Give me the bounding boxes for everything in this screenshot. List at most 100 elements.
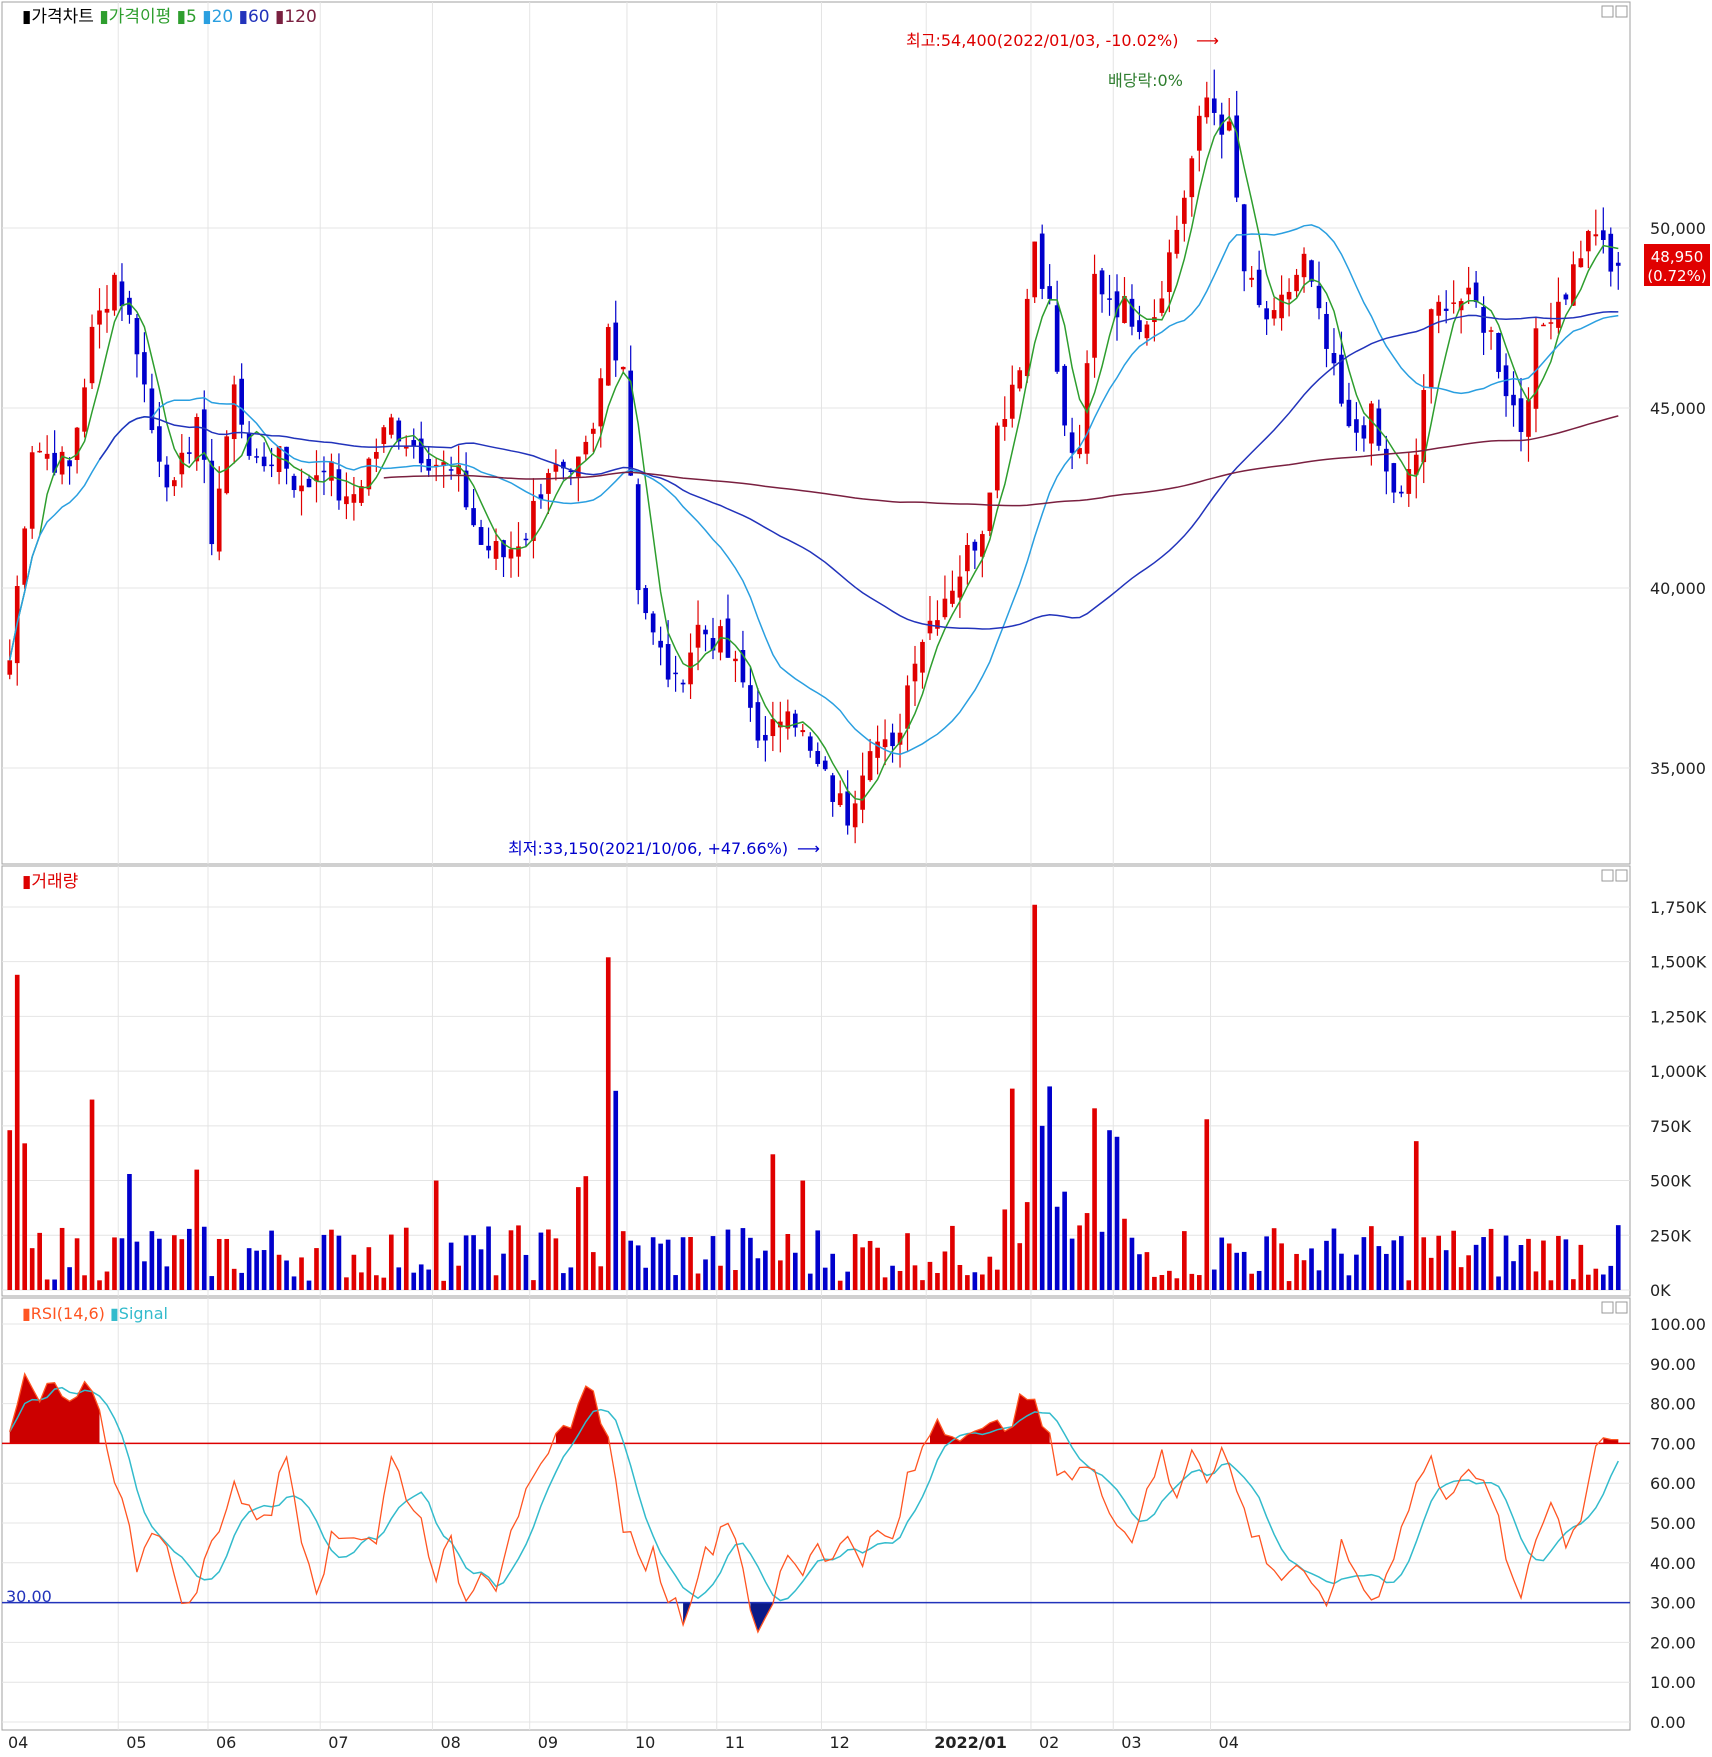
volume-bar [673,1275,678,1290]
candle-body [1466,287,1471,295]
volume-bar [1167,1270,1172,1290]
rsi-panel [1,1297,1631,1731]
candle-body [216,488,222,552]
candle-body [44,453,50,459]
volume-bar [381,1277,387,1290]
candle-body [149,388,155,431]
candle-body [1017,370,1023,389]
candle-body [508,549,514,559]
current-price: 48,950 [1651,248,1704,266]
rsi-tick-label: 40.00 [1650,1554,1696,1573]
candle-body [890,732,895,747]
candle-body [1428,309,1434,389]
volume-bar [1481,1237,1486,1290]
volume-bar [1017,1243,1023,1290]
volume-bar [1458,1267,1464,1290]
volume-bar [67,1267,72,1290]
volume-tick-label: 1,000K [1650,1062,1707,1081]
volume-bar [987,1256,993,1290]
candle-body [1286,291,1292,300]
volume-bar [29,1248,35,1290]
volume-bar [740,1228,746,1290]
candle-body [104,308,110,313]
volume-bar [815,1230,821,1290]
volume-bar [1009,1088,1015,1290]
minimize-icon[interactable] [1601,1301,1614,1314]
volume-bar [1107,1130,1112,1290]
candle-body [22,528,28,585]
volume-bar [1226,1243,1232,1290]
candle-body [478,527,484,545]
minimize-icon[interactable] [1601,869,1614,882]
candle-body [381,427,387,445]
volume-bar [770,1154,776,1290]
volume-bar [1503,1235,1509,1290]
volume-bar [1196,1275,1202,1290]
volume-bar [553,1238,559,1290]
candle-body [209,460,215,545]
volume-bar [1346,1275,1352,1290]
candle-body [830,775,836,802]
volume-bar [157,1238,162,1290]
volume-tick-label: 0K [1650,1281,1671,1300]
candle-body [1189,158,1195,198]
volume-bar [1548,1280,1554,1290]
volume-bar [598,1266,604,1290]
volume-bar [1024,1202,1030,1290]
candle-body [905,685,910,729]
volume-tick-label: 1,750K [1650,898,1707,917]
candle-body [658,640,663,648]
candle-body [703,629,708,635]
candle-body [807,736,813,751]
price-tick-label: 35,000 [1650,759,1706,778]
volume-bar [478,1249,484,1290]
volume-bar [665,1239,671,1290]
minimize-icon[interactable] [1601,5,1614,18]
candle-body [486,545,491,551]
volume-bar [920,1280,925,1290]
high-arrow: ⟶ [1196,31,1219,50]
volume-bar [875,1247,880,1290]
volume-bar [1563,1239,1569,1290]
volume-bar [538,1232,544,1290]
close-icon[interactable] [1615,5,1628,18]
volume-bar [628,1240,634,1290]
candle-body [127,297,132,315]
candle-body [755,702,761,741]
legend-item: ▮5 [171,7,197,27]
volume-bar [142,1261,147,1290]
volume-bar [1204,1119,1210,1290]
candle-body [7,660,13,675]
candle-body [994,425,1000,491]
volume-bar [613,1090,619,1290]
volume-bar [1413,1141,1419,1290]
volume-bar [980,1274,985,1290]
candle-body [1511,394,1516,406]
volume-bar [1144,1252,1150,1290]
candle-body [1316,285,1322,309]
volume-bar [516,1225,521,1290]
close-icon[interactable] [1615,869,1628,882]
volume-bar [1436,1235,1442,1290]
close-icon[interactable] [1615,1301,1628,1314]
volume-bar [725,1229,731,1290]
candle-body [792,713,798,728]
rsi-tick-label: 50.00 [1650,1514,1696,1533]
candle-body [254,456,259,458]
candle-body [1054,305,1060,372]
volume-legend: ▮거래량 [22,872,79,892]
volume-bar [448,1242,454,1290]
legend-item: ▮가격이평 [94,7,171,27]
volume-bar [164,1266,170,1290]
candle-body [1211,98,1217,113]
candle-body [306,478,312,488]
candle-body [650,613,656,633]
x-tick-label: 02 [1039,1733,1059,1752]
volume-tick-label: 1,500K [1650,953,1707,972]
candle-body [261,456,267,467]
volume-bar [403,1227,409,1290]
candle-body [1226,121,1232,131]
candle-body [733,658,738,662]
volume-bar [1556,1235,1561,1290]
candle-body [1062,365,1067,426]
